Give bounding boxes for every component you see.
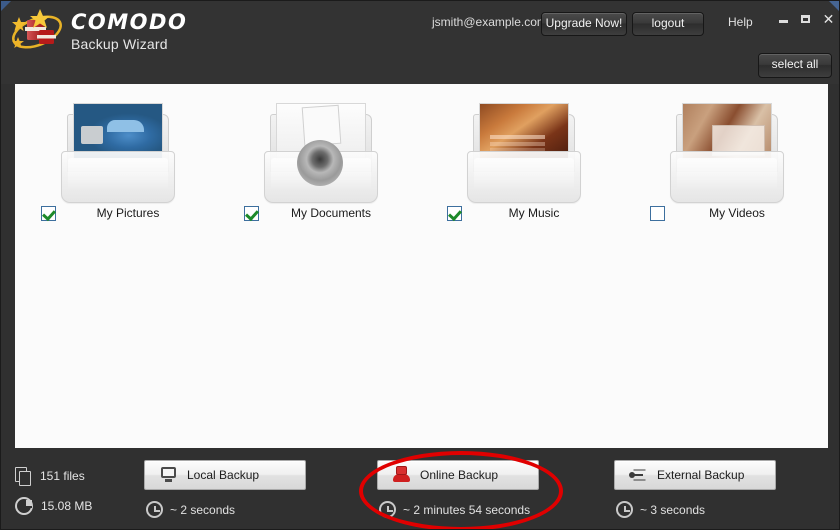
folder-label: My Pictures [96, 206, 160, 220]
folder-videos-icon [662, 96, 790, 204]
monitor-icon [159, 466, 179, 484]
folder-item-my-music[interactable]: My Music [421, 84, 624, 234]
select-all-button[interactable]: select all [758, 53, 832, 78]
help-link[interactable]: Help [728, 15, 753, 29]
local-backup-button[interactable]: Local Backup [144, 460, 306, 490]
folder-item-my-documents[interactable]: My Documents [218, 84, 421, 234]
folder-label: My Documents [290, 206, 372, 220]
backup-button-label: Local Backup [187, 468, 260, 482]
backup-stats: 151 files 15.08 MB [15, 461, 135, 521]
eta-text: ~ 3 seconds [640, 502, 706, 517]
minimize-icon[interactable] [778, 13, 791, 26]
upgrade-now-button[interactable]: Upgrade Now! [541, 12, 627, 36]
stat-value: 151 files [40, 469, 85, 483]
files-icon [15, 466, 32, 486]
backup-button-label: External Backup [657, 468, 745, 482]
stat-file-count: 151 files [15, 461, 135, 491]
logout-button[interactable]: logout [632, 12, 704, 36]
backup-option-online: Online Backup ~ 2 minutes 54 seconds [377, 460, 539, 518]
server-icon [392, 466, 412, 484]
title-bar: COMODO Backup Wizard jsmith@example.com … [1, 1, 839, 84]
brand-name: COMODO [71, 9, 188, 34]
close-icon[interactable]: ✕ [822, 12, 835, 26]
folder-grid: My Pictures My Documents My Music My Vid… [15, 84, 828, 234]
external-backup-button[interactable]: External Backup [614, 460, 776, 490]
comodo-shield-logo [9, 8, 65, 54]
folder-pictures-icon [53, 96, 181, 204]
stat-total-size: 15.08 MB [15, 491, 135, 521]
brand: COMODO Backup Wizard [9, 8, 187, 54]
account-email: jsmith@example.com [432, 15, 547, 29]
clock-icon [379, 501, 396, 518]
folder-item-my-videos[interactable]: My Videos [624, 84, 827, 234]
window-controls: ✕ [778, 12, 835, 26]
stat-value: 15.08 MB [41, 499, 93, 513]
folder-checkbox-my-music[interactable] [447, 205, 462, 221]
online-backup-eta: ~ 2 minutes 54 seconds [379, 501, 537, 518]
video-frame-thumbnail [682, 104, 771, 158]
car-photo-thumbnail [73, 104, 162, 158]
maximize-icon[interactable] [800, 13, 813, 26]
footer-bar: 151 files 15.08 MB Local Backup ~ 2 seco… [1, 448, 839, 529]
folder-label: My Videos [709, 206, 765, 220]
folder-music-icon [459, 96, 587, 204]
folder-checkbox-my-pictures[interactable] [41, 205, 56, 221]
folder-checkbox-my-documents[interactable] [244, 205, 259, 221]
clock-icon [146, 501, 163, 518]
backup-button-label: Online Backup [420, 468, 499, 482]
eta-text: ~ 2 minutes 54 seconds [403, 502, 531, 517]
pie-chart-icon [15, 497, 33, 515]
album-art-thumbnail [479, 104, 568, 158]
folder-checkbox-my-videos[interactable] [650, 205, 665, 221]
brand-subtitle: Backup Wizard [71, 35, 168, 52]
online-backup-button[interactable]: Online Backup [377, 460, 539, 490]
comodo-backup-wizard-window: COMODO Backup Wizard jsmith@example.com … [0, 0, 840, 530]
folder-item-my-pictures[interactable]: My Pictures [15, 84, 218, 234]
backup-option-external: External Backup ~ 3 seconds [614, 460, 776, 518]
clock-icon [616, 501, 633, 518]
eta-text: ~ 2 seconds [170, 502, 236, 517]
folder-selection-panel: My Pictures My Documents My Music My Vid… [15, 84, 828, 448]
external-backup-eta: ~ 3 seconds [616, 501, 774, 518]
usb-icon [629, 466, 649, 484]
disc-icon [296, 139, 343, 186]
folder-label: My Music [508, 206, 560, 220]
backup-option-local: Local Backup ~ 2 seconds [144, 460, 306, 518]
local-backup-eta: ~ 2 seconds [146, 501, 304, 518]
folder-documents-icon [256, 96, 384, 204]
